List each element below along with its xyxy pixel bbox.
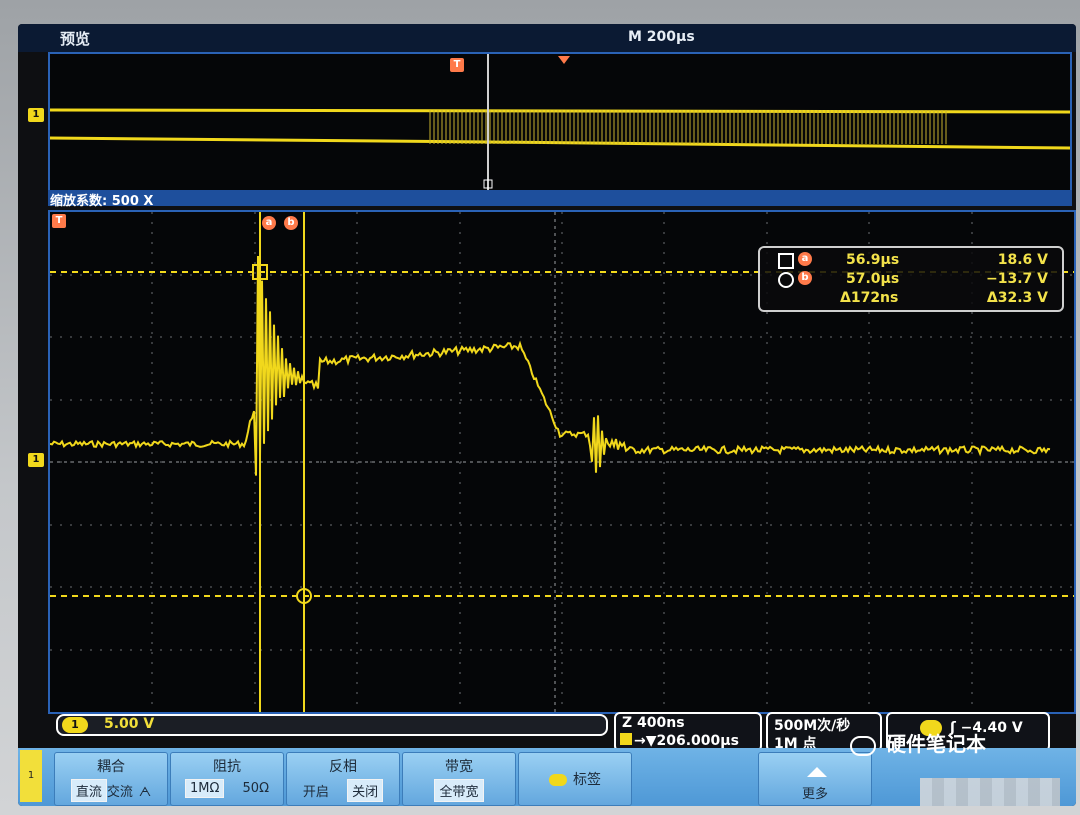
cursor-delta-time: Δ172ns [840,290,899,306]
preview-trigger-marker: T [450,58,464,72]
zoom-factor-bar: 缩放系数: 500 X [48,190,1072,209]
oscilloscope-screen: 预览 M 200µs 1 T 缩放系数: 500 X 1 T a b a 56.… [18,24,1076,806]
invert-options: 开启 关闭 [287,779,399,802]
zoom-position: →▼206.000µs [634,733,739,749]
circle-cursor-icon [778,272,794,288]
coupling-ac-option[interactable]: 交流 [107,785,133,800]
zoom-status[interactable]: Z 400ns →▼206.000µs [614,712,762,752]
more-up-arrow-icon [807,767,827,777]
more-title: 更多 [801,787,828,802]
cursor-b-voltage: −13.7 V [986,271,1048,287]
main-ch1-marker[interactable]: 1 [28,453,44,467]
coupling-options: 直流 交流 ᗅ [55,779,167,802]
cursor-a-readout-row: a 56.9µs 18.6 V [760,252,1060,272]
zoom-position-row: →▼206.000µs [620,733,739,749]
label-title: 标签 [573,772,601,788]
preview-svg [50,54,1070,192]
preview-waveform-panel: 1 T [28,52,1072,194]
preview-ch1-marker[interactable]: 1 [28,108,44,122]
zoom-factor-label: 缩放系数: 500 X [50,194,154,209]
watermark-text: 硬件笔记本 [886,732,986,756]
more-button[interactable]: 更多 [758,752,872,806]
sample-rate: 500M次/秒 [774,718,851,734]
cursor-a-tag[interactable]: a [262,216,276,230]
channel-1-label-chip [549,774,567,786]
impedance-options: 1MΩ 50Ω [171,779,283,798]
coupling-button[interactable]: 耦合 直流 交流 ᗅ [54,752,168,806]
cursor-delta-voltage: Δ32.3 V [986,290,1048,306]
blurred-region [920,778,1060,806]
bandwidth-full-option[interactable]: 全带宽 [434,779,484,802]
coupling-gnd-icon[interactable]: ᗅ [139,785,151,800]
main-trigger-marker: T [52,214,66,228]
channel-1-chip: 1 [62,717,88,733]
cursor-readout-box: a 56.9µs 18.6 V b 57.0µs −13.7 V Δ172ns … [758,246,1064,312]
timebase-readout: M 200µs [628,29,695,45]
label-button[interactable]: 标签 [518,752,632,806]
channel-1-scale-value: 5.00 V [104,716,155,732]
impedance-button[interactable]: 阻抗 1MΩ 50Ω [170,752,284,806]
bandwidth-title: 带宽 [445,759,473,775]
invert-button[interactable]: 反相 开启 关闭 [286,752,400,806]
invert-title: 反相 [329,759,357,775]
cursor-a-voltage: 18.6 V [997,252,1048,268]
watermark: 硬件笔记本 [850,728,1050,758]
cursor-a-time: 56.9µs [846,252,900,268]
label-title-row: 标签 [519,769,631,789]
impedance-title: 阻抗 [213,759,241,775]
cursor-b-time: 57.0µs [846,271,900,287]
bandwidth-button[interactable]: 带宽 全带宽 [402,752,516,806]
coupling-dc-option[interactable]: 直流 [70,779,107,802]
square-cursor-icon [778,253,794,269]
cursor-b-readout-row: b 57.0µs −13.7 V [760,271,1060,291]
bandwidth-options: 全带宽 [403,779,515,802]
cursor-delta-readout-row: Δ172ns Δ32.3 V [760,290,1060,310]
impedance-50-option[interactable]: 50Ω [243,781,269,796]
impedance-1m-option[interactable]: 1MΩ [184,779,225,798]
invert-off-option[interactable]: 关闭 [347,779,384,802]
preview-trace-top [50,108,1070,114]
trigger-chip-icon [620,733,632,745]
channel-1-scale-status[interactable]: 1 5.00 V [56,714,608,736]
invert-on-option[interactable]: 开启 [303,785,329,800]
cursor-a-readout-tag: a [798,252,812,266]
menu-channel-button[interactable]: 1 [20,750,42,802]
preview-label: 预览 [60,30,91,48]
coupling-title: 耦合 [97,759,125,775]
zoom-timebase: Z 400ns [622,715,685,731]
wechat-icon [850,735,876,756]
cursor-b-tag[interactable]: b [284,216,298,230]
top-bar: 预览 M 200µs [18,24,1076,52]
cursor-b-readout-tag: b [798,271,812,285]
